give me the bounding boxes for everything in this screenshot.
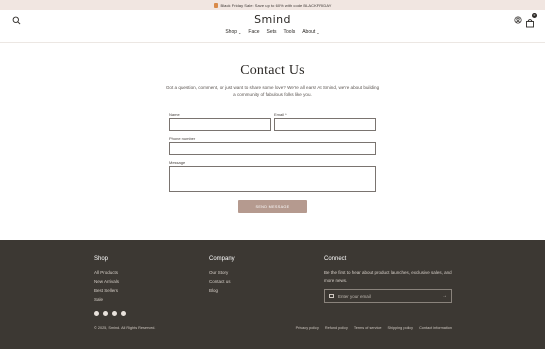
- announcement-bar: Black Friday Sale: Save up to 60% with c…: [0, 0, 545, 10]
- pinterest-icon[interactable]: [121, 311, 126, 316]
- newsletter-text: Be the first to hear about product launc…: [324, 270, 452, 283]
- page-title: Contact Us: [240, 63, 305, 78]
- announcement-text: Black Friday Sale: Save up to 60% with c…: [220, 2, 332, 8]
- site-header: Smind Shop ⌄ Face Sets Tools About ⌄ 0: [0, 10, 545, 43]
- site-footer: Shop All Products New Arrivals Best Sell…: [0, 240, 545, 349]
- name-field[interactable]: [169, 118, 271, 131]
- cart-count-badge: 0: [532, 13, 537, 18]
- chevron-down-icon: ⌄: [316, 29, 320, 35]
- message-label: Message: [169, 160, 186, 165]
- footer-link-our-story[interactable]: Our Story: [209, 270, 228, 275]
- arrow-right-icon[interactable]: →: [442, 293, 447, 299]
- send-message-button[interactable]: SEND MESSAGE: [238, 200, 307, 213]
- footer-link-best-sellers[interactable]: Best Sellers: [94, 288, 118, 293]
- footer-link-blog[interactable]: Blog: [209, 288, 218, 293]
- nav-item-sets[interactable]: Sets: [267, 29, 277, 35]
- contact-information-link[interactable]: Contact information: [419, 326, 452, 330]
- legal-links: Privacy policy Refund policy Terms of se…: [296, 326, 452, 330]
- privacy-policy-link[interactable]: Privacy policy: [296, 326, 319, 330]
- nav-item-face[interactable]: Face: [248, 29, 259, 35]
- message-textarea[interactable]: [169, 166, 376, 192]
- contact-intro: Got a question, comment, or just want to…: [165, 85, 380, 97]
- email-placeholder: Enter your email: [338, 293, 371, 299]
- site-logo[interactable]: Smind: [0, 13, 545, 26]
- shipping-policy-link[interactable]: Shipping policy: [388, 326, 414, 330]
- cart-button[interactable]: 0: [525, 13, 537, 28]
- social-links: [94, 311, 126, 316]
- tag-icon: [213, 2, 218, 8]
- facebook-icon[interactable]: [94, 311, 99, 316]
- mail-icon: [329, 294, 334, 298]
- nav-item-tools[interactable]: Tools: [284, 29, 296, 35]
- bag-icon: [526, 19, 534, 28]
- copyright-text: © 2025, Smind. All Rights Reserved.: [94, 326, 156, 330]
- account-icon[interactable]: [514, 16, 522, 24]
- phone-field[interactable]: [169, 142, 376, 155]
- footer-link-sale[interactable]: Sale: [94, 297, 103, 302]
- nav-item-shop[interactable]: Shop ⌄: [225, 29, 241, 35]
- footer-link-all-products[interactable]: All Products: [94, 270, 118, 275]
- footer-link-contact-us[interactable]: Contact us: [209, 279, 231, 284]
- refund-policy-link[interactable]: Refund policy: [325, 326, 348, 330]
- contact-section: Contact Us Got a question, comment, or j…: [0, 43, 545, 240]
- terms-of-service-link[interactable]: Terms of service: [354, 326, 382, 330]
- email-field[interactable]: [274, 118, 376, 131]
- instagram-icon[interactable]: [103, 311, 108, 316]
- email-label: Email *: [274, 112, 287, 117]
- main-nav: Shop ⌄ Face Sets Tools About ⌄: [0, 29, 545, 35]
- footer-link-new-arrivals[interactable]: New Arrivals: [94, 279, 119, 284]
- nav-item-about[interactable]: About ⌄: [302, 29, 319, 35]
- footer-connect-heading: Connect: [324, 256, 347, 262]
- name-label: Name: [169, 112, 180, 117]
- newsletter-email-input[interactable]: Enter your email →: [324, 289, 452, 303]
- footer-company-heading: Company: [209, 256, 235, 262]
- footer-shop-heading: Shop: [94, 256, 109, 262]
- phone-label: Phone number: [169, 136, 196, 141]
- chevron-down-icon: ⌄: [238, 29, 242, 35]
- youtube-icon[interactable]: [112, 311, 117, 316]
